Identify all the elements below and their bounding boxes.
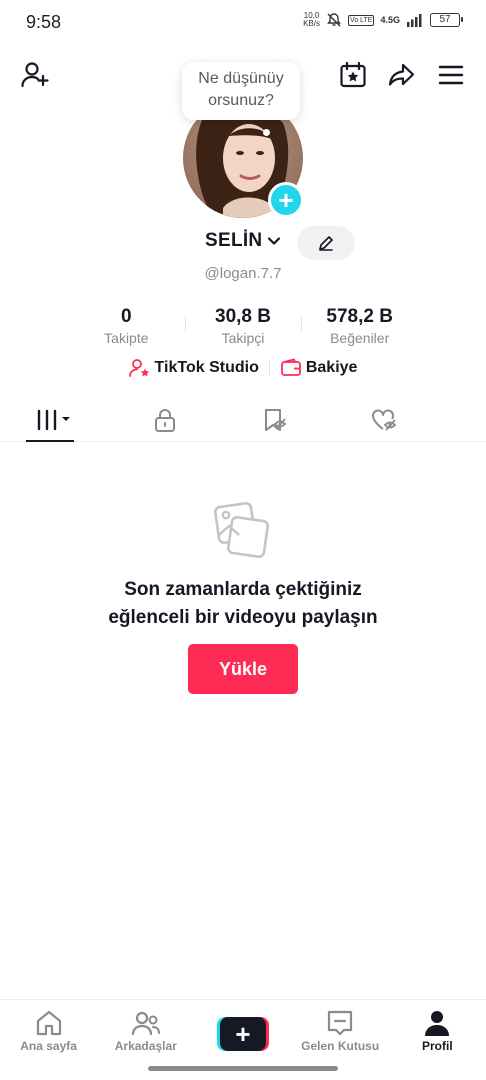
status-time: 9:58	[26, 12, 62, 32]
network-speed: 10,0 KB/s	[303, 12, 320, 28]
speed-unit: KB/s	[303, 19, 321, 28]
nav-label: Gelen Kutusu	[301, 1039, 380, 1053]
stat-label: Beğeniler	[330, 330, 390, 346]
tab-private[interactable]	[110, 398, 220, 441]
calendar-star-icon	[340, 61, 366, 88]
profile-tabs	[0, 398, 486, 442]
share-icon	[388, 63, 415, 86]
stat-value: 578,2 B	[326, 306, 393, 327]
home-icon	[36, 1010, 61, 1036]
status-indicators: 10,0 KB/s Vo LTE 4.5G 57	[303, 12, 463, 28]
volte-badge: Vo LTE	[348, 14, 375, 26]
upload-button[interactable]: Yükle	[188, 644, 298, 694]
empty-line-2: eğlenceli bir videoyu paylaşın	[108, 607, 378, 628]
videos-grid-icon	[37, 409, 70, 430]
photos-icon	[214, 502, 269, 558]
plus-icon: +	[278, 185, 294, 215]
tab-saved[interactable]	[220, 398, 330, 441]
link-divider	[268, 360, 270, 376]
nav-label: Profil	[422, 1039, 453, 1053]
mute-icon	[327, 13, 341, 27]
stat-value: 0	[121, 306, 132, 327]
share-profile-button[interactable]	[384, 58, 418, 92]
studio-label: TikTok Studio	[154, 359, 259, 376]
name-switcher[interactable]: SELİN	[205, 230, 282, 252]
nav-label: Ana sayfa	[20, 1039, 77, 1053]
bubble-tail	[263, 129, 270, 136]
stat-label: Takipçi	[221, 330, 265, 346]
nav-home[interactable]: Ana sayfa	[0, 1000, 97, 1080]
chevron-down-icon	[268, 237, 281, 245]
nav-profile[interactable]: Profil	[389, 1000, 486, 1080]
stat-followers[interactable]: 30,8 B Takipçi	[184, 304, 302, 350]
battery-icon: 57	[430, 13, 463, 27]
profile-icon	[425, 1011, 450, 1036]
lock-icon	[155, 408, 175, 432]
profile-links: TikTok Studio Bakiye	[0, 358, 486, 378]
heart-icon	[372, 408, 397, 431]
calendar-button[interactable]	[336, 58, 370, 92]
create-icon: +	[216, 1017, 269, 1051]
profile-username: @logan.7.7	[204, 265, 282, 282]
stat-following[interactable]: 0 Takipte	[68, 304, 185, 350]
network-type: 4.5G	[380, 15, 400, 25]
nav-label: Arkadaşlar	[114, 1039, 177, 1053]
tab-liked[interactable]	[330, 398, 440, 441]
empty-line-1: Son zamanlarda çektiğiniz	[124, 579, 362, 600]
menu-icon	[438, 65, 464, 85]
add-friend-button[interactable]	[18, 58, 52, 92]
menu-button[interactable]	[434, 58, 468, 92]
bookmark-icon	[265, 408, 287, 431]
home-indicator	[148, 1066, 338, 1071]
stat-likes[interactable]: 578,2 B Beğeniler	[301, 304, 418, 350]
wallet-icon	[280, 358, 301, 376]
empty-state-message: Son zamanlarda çektiğiniz eğlenceli bir …	[0, 576, 486, 632]
status-bubble[interactable]: Ne düşünüy orsunuz?	[182, 62, 300, 120]
pencil-icon	[319, 236, 333, 251]
bubble-line-2: orsunuz?	[208, 92, 274, 109]
balance-link[interactable]: Bakiye	[280, 358, 358, 378]
profile-name: SELİN	[205, 230, 263, 251]
add-friend-icon	[21, 62, 49, 88]
stat-label: Takipte	[104, 330, 149, 346]
profile-stats: 0 Takipte 30,8 B Takipçi 578,2 B Beğenil…	[68, 304, 418, 350]
studio-icon	[128, 359, 149, 377]
balance-label: Bakiye	[305, 359, 358, 376]
stat-value: 30,8 B	[215, 306, 271, 327]
friends-icon	[131, 1011, 160, 1036]
add-story-button[interactable]: +	[268, 182, 304, 218]
bubble-line-1: Ne düşünüy	[198, 70, 284, 87]
tab-videos[interactable]	[0, 398, 110, 442]
signal-icon	[407, 14, 422, 27]
tiktok-studio-link[interactable]: TikTok Studio	[128, 358, 259, 378]
inbox-icon	[328, 1010, 353, 1036]
edit-profile-button[interactable]	[297, 226, 355, 260]
status-bar: 9:58 10,0 KB/s Vo LTE 4.5G 57	[0, 0, 486, 44]
